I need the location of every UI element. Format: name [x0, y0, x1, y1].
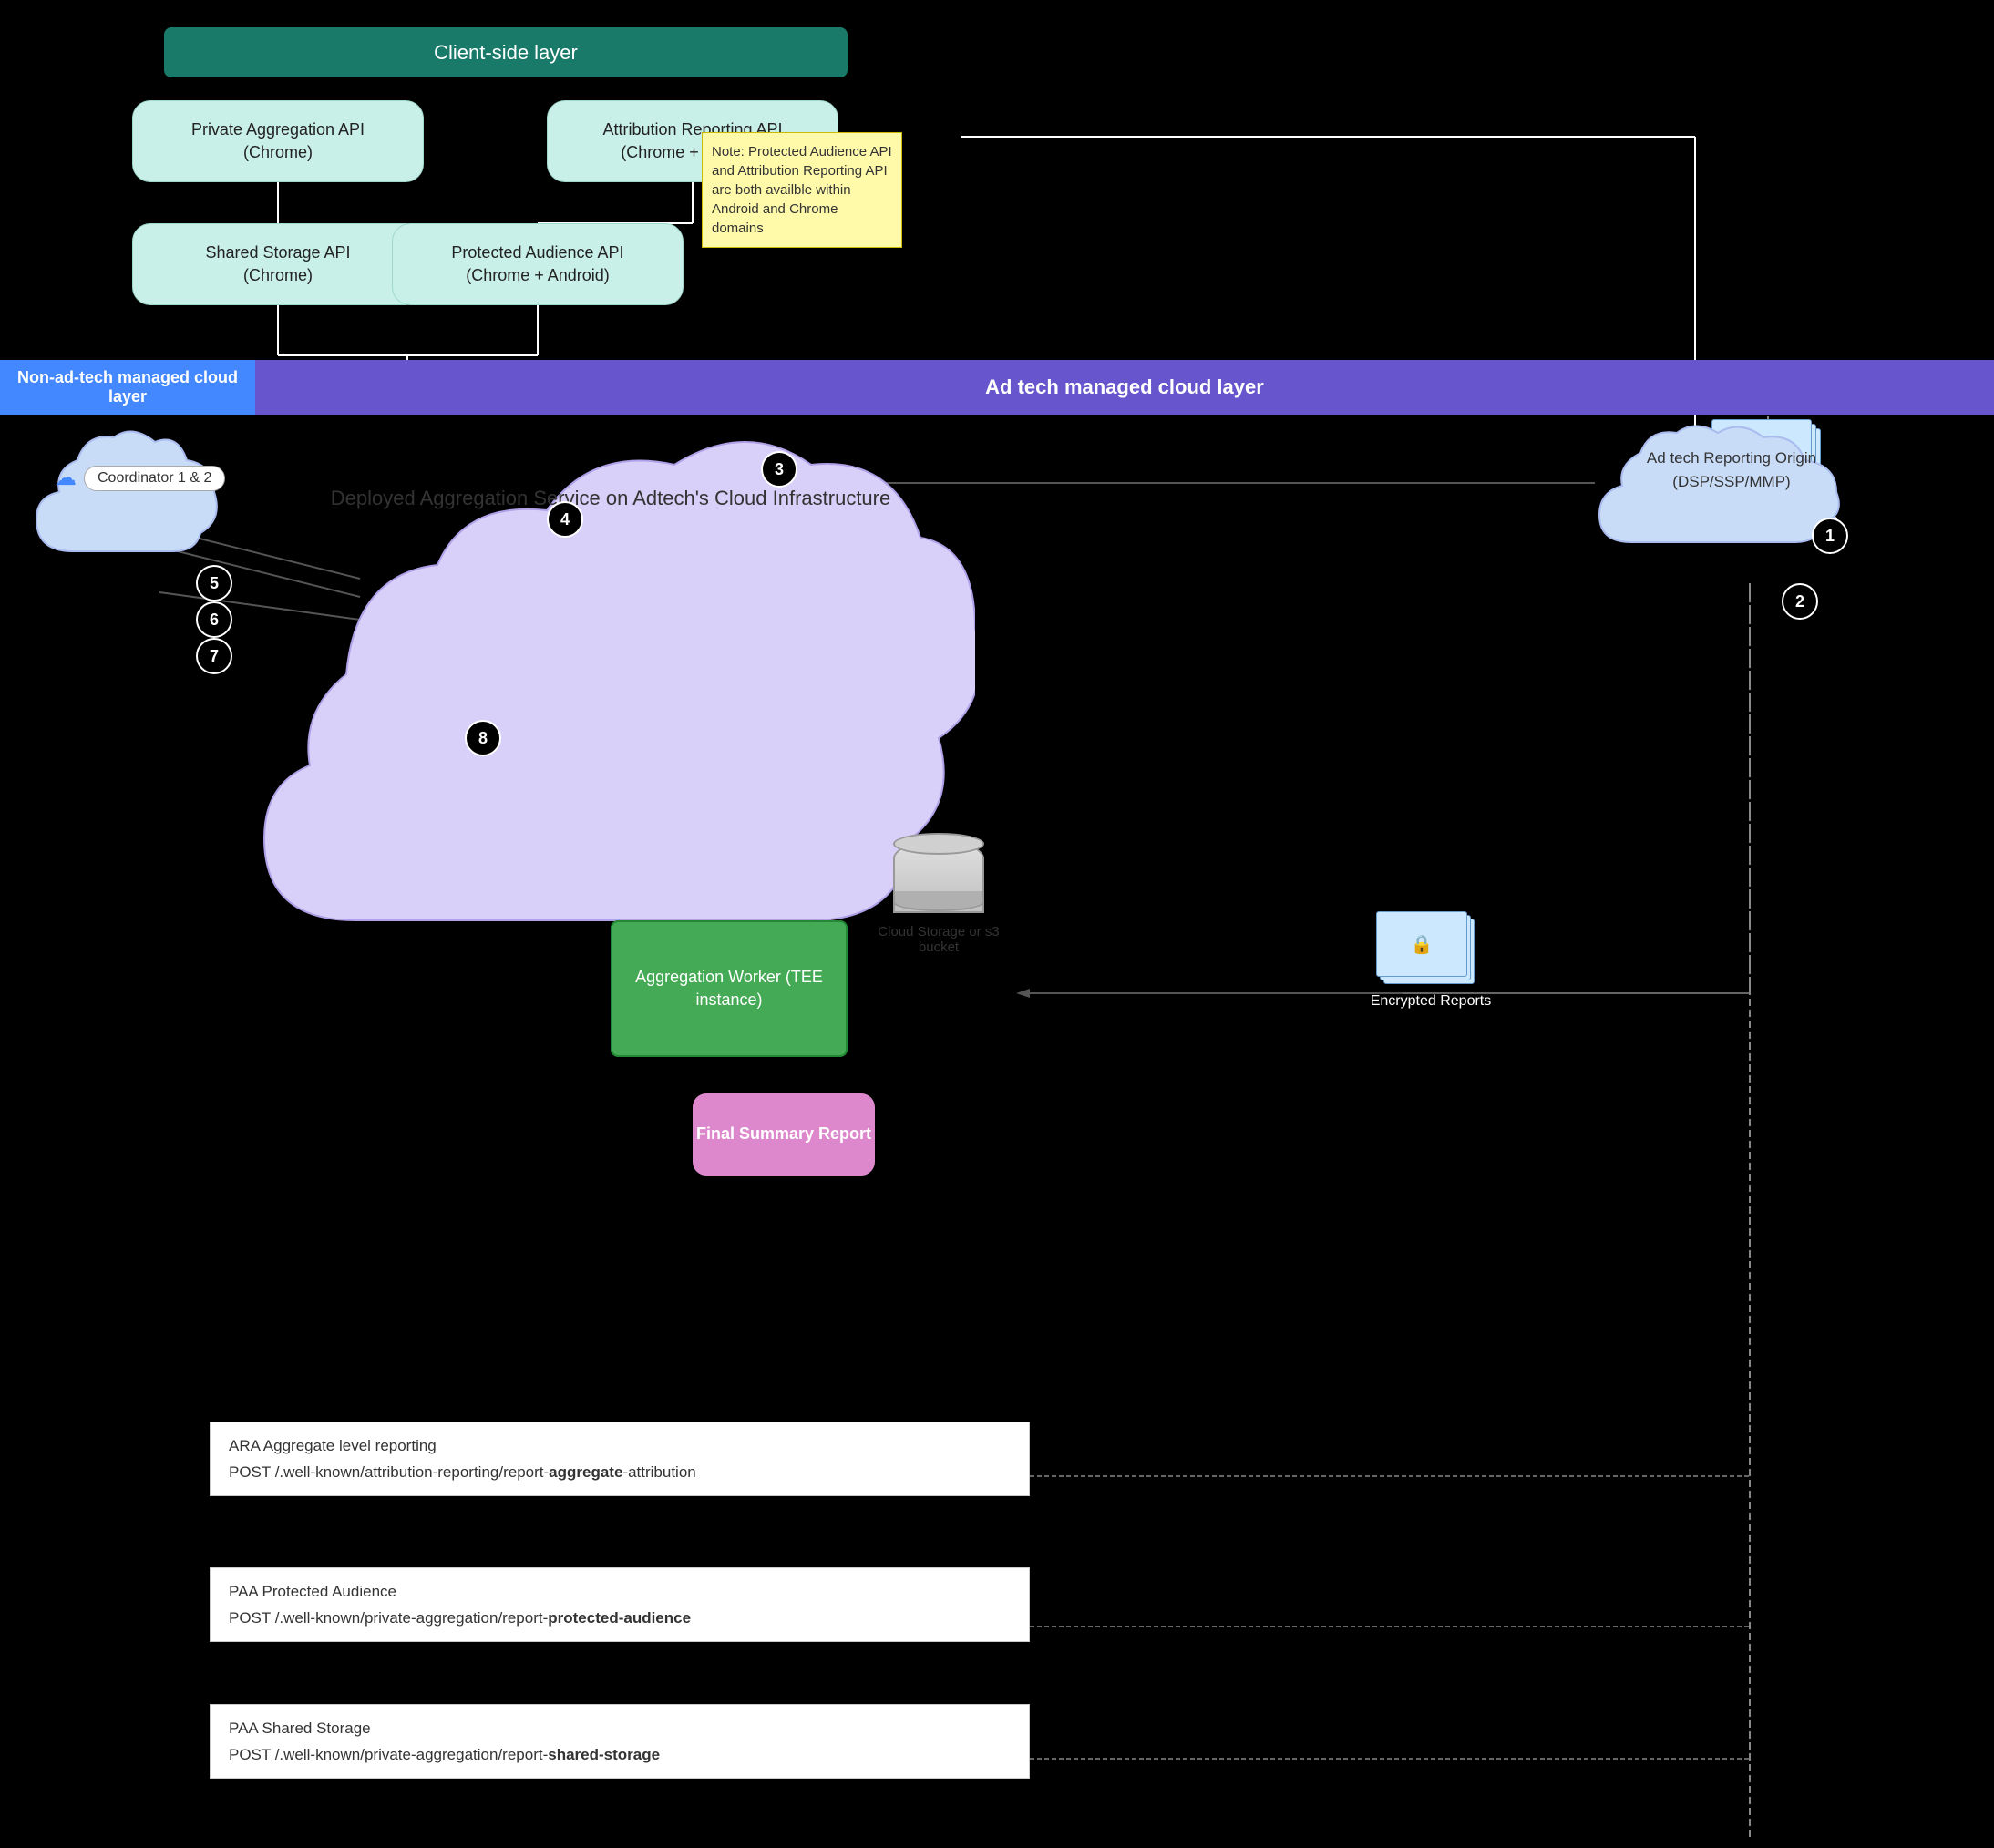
non-adtech-layer-banner: Non-ad-tech managed cloud layer — [0, 360, 255, 415]
step-7-circle: 7 — [196, 638, 232, 674]
client-layer-banner: Client-side layer — [164, 27, 848, 77]
shared-storage-api-box: Shared Storage API(Chrome) — [132, 223, 424, 305]
encrypted-reports-mid: 🔒 Encrypted Reports — [1349, 911, 1513, 1011]
paa-audience-box: PAA Protected Audience POST /.well-known… — [210, 1567, 1030, 1642]
step-4-circle: 4 — [547, 501, 583, 538]
private-aggregation-api-box: Private Aggregation API(Chrome) — [132, 100, 424, 182]
main-cloud: Deployed Aggregation Service on Adtech's… — [246, 392, 975, 984]
aggregation-worker-box: Aggregation Worker (TEE instance) — [611, 920, 848, 1057]
step-6-circle: 6 — [196, 601, 232, 638]
deployed-service-label: Deployed Aggregation Service on Adtech's… — [331, 483, 890, 513]
step-2-circle: 2 — [1782, 583, 1818, 620]
diagram-container: Client-side layer Private Aggregation AP… — [0, 0, 1994, 1848]
cylinder-icon — [893, 840, 984, 913]
note-box: Note: Protected Audience API and Attribu… — [702, 132, 902, 248]
coordinator-icon: ☁ — [55, 465, 77, 491]
step-5-circle: 5 — [196, 565, 232, 601]
protected-audience-api-box: Protected Audience API(Chrome + Android) — [392, 223, 684, 305]
step-3-circle: 3 — [761, 451, 797, 488]
cloud-storage-box: Cloud Storage or s3 bucket — [866, 838, 1012, 957]
step-8-circle: 8 — [465, 720, 501, 756]
step-1-circle: 1 — [1812, 518, 1848, 554]
coordinator-cloud-svg — [27, 415, 228, 579]
final-summary-report: Final Summary Report — [693, 1093, 875, 1176]
paa-shared-box: PAA Shared Storage POST /.well-known/pri… — [210, 1704, 1030, 1779]
coordinator-cloud: ☁ Coordinator 1 & 2 — [27, 415, 228, 579]
ara-box: ARA Aggregate level reporting POST /.wel… — [210, 1422, 1030, 1496]
